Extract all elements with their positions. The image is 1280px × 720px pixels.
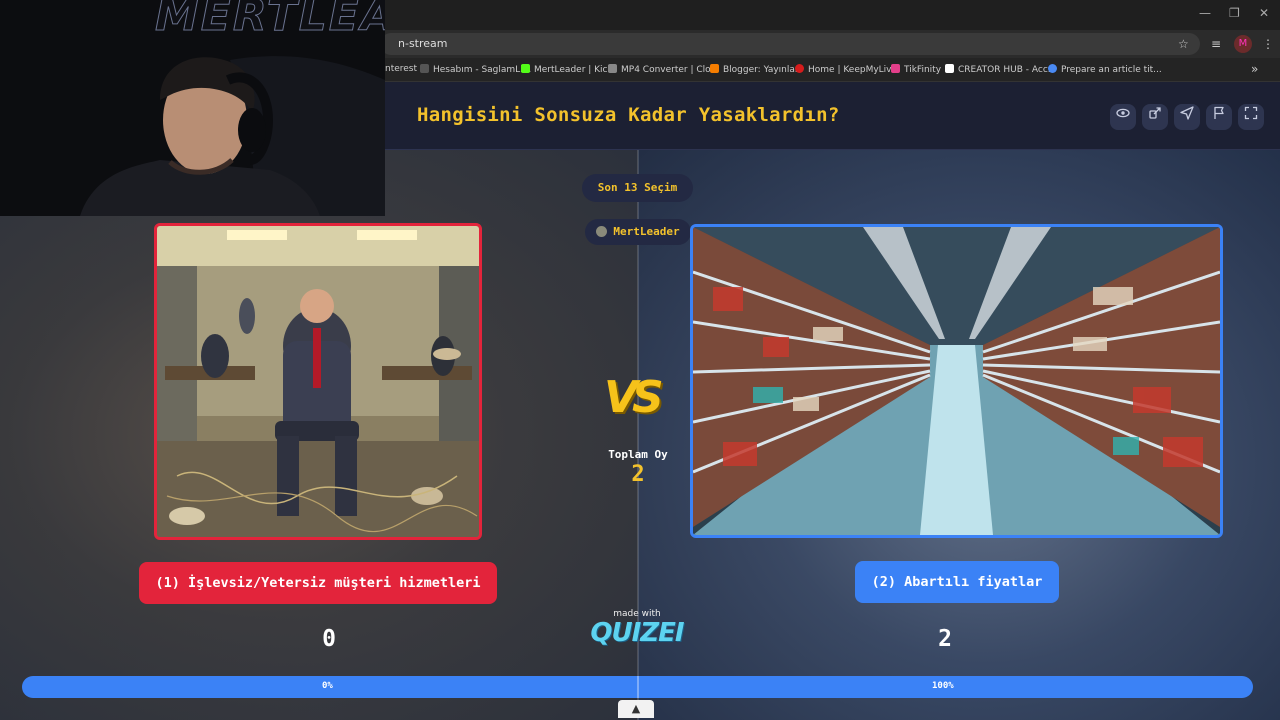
address-bar[interactable]: n-stream xyxy=(380,33,1200,55)
bookmark-item[interactable]: nterest xyxy=(385,64,417,74)
vs-emblem: VS xyxy=(604,372,664,423)
bookmark-item[interactable]: TikFinity xyxy=(891,64,941,75)
bookmark-item[interactable]: MP4 Converter | Clo... xyxy=(608,64,719,75)
blogger-logo-icon xyxy=(710,64,719,73)
page-title: Hangisini Sonsuza Kadar Yasaklardın? xyxy=(417,104,840,126)
minimize-icon[interactable]: — xyxy=(1199,6,1211,20)
progress-midline xyxy=(637,676,639,698)
share-icon[interactable] xyxy=(1142,104,1168,130)
office-phone-illustration xyxy=(157,226,479,537)
chevron-up-icon[interactable]: ▲ xyxy=(618,700,654,718)
close-window-icon[interactable]: ✕ xyxy=(1259,6,1269,20)
streamer-silhouette xyxy=(80,56,385,216)
bookmark-item[interactable]: MertLeader | Kick xyxy=(521,64,613,75)
fullscreen-icon[interactable] xyxy=(1238,104,1264,130)
restore-icon[interactable]: ❐ xyxy=(1229,6,1240,20)
keepmylive-logo-icon xyxy=(795,64,804,73)
cloud-icon xyxy=(608,64,617,73)
screen: — ❐ ✕ n-stream ☆ ≡ M ⋮ nterest Hesabım -… xyxy=(0,0,1280,720)
avatar xyxy=(596,226,608,237)
option-1-image[interactable] xyxy=(154,223,482,540)
send-icon[interactable] xyxy=(1174,104,1200,130)
option-2-percent: 100% xyxy=(932,681,954,691)
username: MertLeader xyxy=(613,225,680,238)
vote-progress-bar: 0% 100% xyxy=(22,676,1253,698)
flag-icon[interactable] xyxy=(1206,104,1232,130)
bookmark-item[interactable]: CREATOR HUB - Acc... xyxy=(945,64,1056,75)
bookmark-item[interactable]: Blogger: Yayınlar xyxy=(710,64,799,75)
option-2-button[interactable]: (2) Abartılı fiyatlar xyxy=(855,561,1059,603)
star-icon[interactable]: ☆ xyxy=(1178,37,1189,51)
total-votes-label: Toplam Oy xyxy=(608,448,668,461)
quizei-logo[interactable]: QUIZEI xyxy=(590,618,684,648)
reading-list-icon[interactable]: ≡ xyxy=(1211,37,1221,51)
option-1-button[interactable]: (1) İşlevsiz/Yetersiz müşteri hizmetleri xyxy=(139,562,497,604)
option-2-vote-count: 2 xyxy=(938,626,952,652)
creator-hub-logo-icon xyxy=(945,64,954,73)
supermarket-aisle-illustration xyxy=(693,227,1220,535)
bookmark-item[interactable]: Home | KeepMyLive xyxy=(795,64,897,75)
webcam-overlay: MERTLEAD xyxy=(0,0,385,216)
bookmark-item[interactable]: Hesabım - SaglamLi... xyxy=(420,64,531,75)
total-votes-value: 2 xyxy=(631,462,645,487)
option-1-vote-count: 0 xyxy=(322,626,336,652)
eye-icon[interactable] xyxy=(1110,104,1136,130)
kick-logo-icon xyxy=(521,64,530,73)
bookmark-favicon-icon xyxy=(420,64,429,73)
round-badge: Son 13 Seçim xyxy=(582,174,693,202)
chevron-double-right-icon[interactable]: » xyxy=(1251,62,1258,76)
profile-avatar[interactable]: M xyxy=(1234,35,1252,53)
user-badge: MertLeader xyxy=(585,219,691,245)
option-1-percent: 0% xyxy=(322,681,333,691)
option-2-image[interactable] xyxy=(690,224,1223,538)
menu-kebab-icon[interactable]: ⋮ xyxy=(1262,37,1274,51)
search-icon xyxy=(1048,64,1057,73)
tikfinity-logo-icon xyxy=(891,64,900,73)
bookmark-item[interactable]: Prepare an article tit... xyxy=(1048,64,1162,75)
